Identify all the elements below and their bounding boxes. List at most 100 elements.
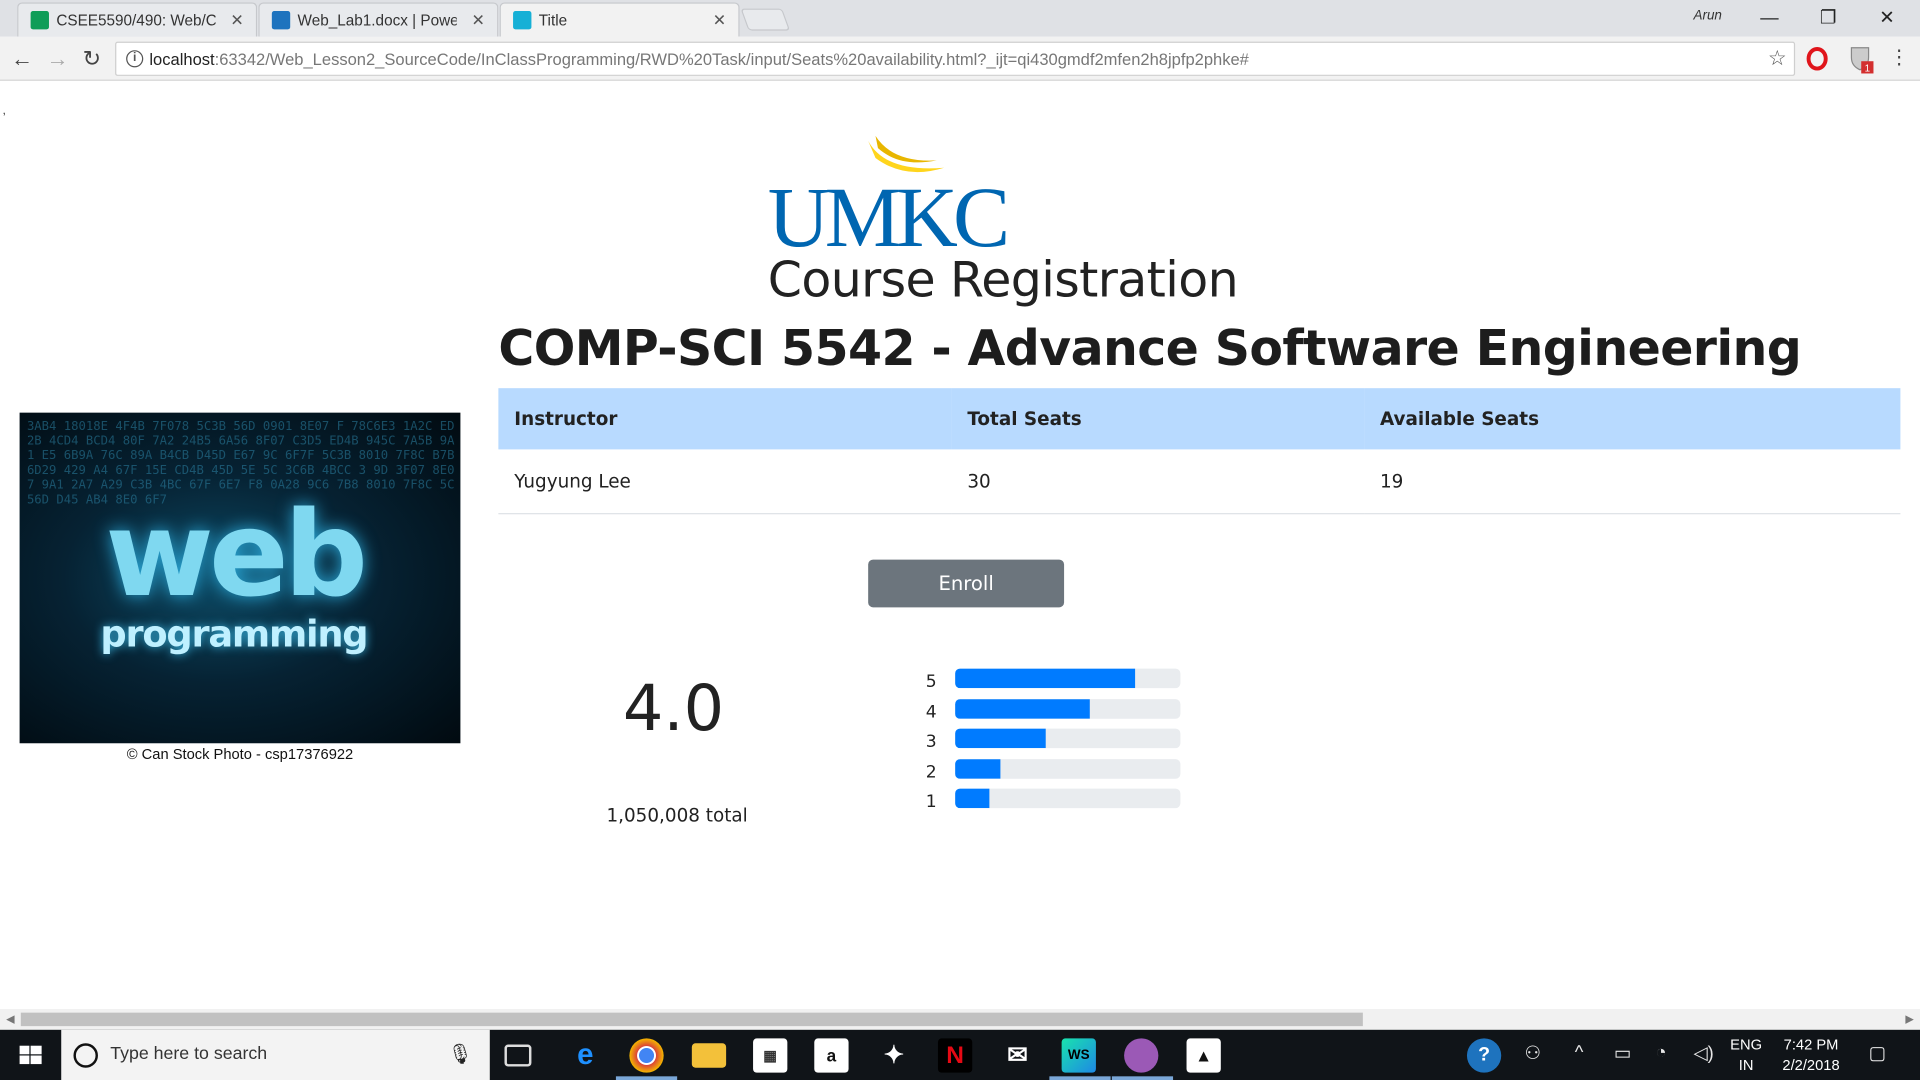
tab-web-lab1[interactable]: Web_Lab1.docx | Powere ✕ <box>258 2 499 37</box>
stray-mark: , <box>2 104 6 118</box>
rating-bar-fill <box>955 668 1136 689</box>
github-active-indicator <box>1111 1076 1174 1080</box>
url-text: localhost:63342/Web_Lesson2_SourceCode/I… <box>149 50 1249 69</box>
tab-label: Web_Lab1.docx | Powere <box>297 11 457 29</box>
task-view-icon[interactable] <box>504 1044 532 1067</box>
rating-bar-fill <box>955 698 1091 719</box>
tab-title[interactable]: Title ✕ <box>499 2 740 37</box>
rating-bar-fill <box>955 758 1001 779</box>
header-available-seats: Available Seats <box>1364 388 1901 450</box>
rating-total: 1,050,008 total <box>606 804 748 827</box>
rating-bar-label: 4 <box>925 702 937 722</box>
image-word-programming: programming <box>100 613 368 657</box>
webstorm-icon <box>513 11 532 30</box>
browser-toolbar: ← → ↻ i localhost:63342/Web_Lesson2_Sour… <box>0 36 1920 81</box>
rating-score: 4.0 <box>622 672 725 746</box>
image-caption: © Can Stock Photo - csp17376922 <box>126 745 354 763</box>
enroll-button[interactable]: Enroll <box>868 559 1065 608</box>
chrome-active-indicator <box>615 1076 678 1080</box>
reload-icon[interactable]: ↻ <box>78 45 105 72</box>
rating-bar-track <box>955 668 1181 689</box>
rating-bar-track <box>955 728 1181 749</box>
edge-icon[interactable]: e <box>568 1038 602 1072</box>
people-icon[interactable]: ⚇ <box>1524 1042 1540 1064</box>
mail-icon[interactable]: ✉ <box>1000 1038 1034 1072</box>
search-placeholder: Type here to search <box>110 1044 268 1065</box>
amazon-icon[interactable]: a <box>814 1038 849 1073</box>
page-title: Course Registration <box>767 252 1239 309</box>
info-icon[interactable]: i <box>126 50 144 68</box>
image-word-web: web <box>105 486 368 624</box>
sheets-icon <box>30 11 49 30</box>
wifi-icon[interactable]: ◔ <box>1656 1042 1667 1063</box>
address-bar[interactable]: i localhost:63342/Web_Lesson2_SourceCode… <box>115 41 1796 76</box>
close-icon[interactable]: ✕ <box>230 11 243 31</box>
netflix-icon[interactable]: N <box>937 1038 973 1073</box>
extension-shield-icon[interactable]: 1 <box>1848 45 1877 75</box>
bookmark-star-icon[interactable]: ☆ <box>1768 47 1787 71</box>
forward-icon[interactable]: → <box>44 45 71 72</box>
tab-label: CSEE5590/490: Web/Clo <box>56 11 216 29</box>
file-explorer-icon[interactable] <box>691 1043 727 1068</box>
cell-total-seats: 30 <box>951 449 1365 514</box>
header-instructor: Instructor <box>498 388 952 450</box>
rating-bar-track <box>955 698 1181 719</box>
taskbar-search[interactable]: Type here to search 🎙 <box>61 1029 490 1080</box>
language-indicator[interactable]: ENG IN <box>1727 1035 1766 1077</box>
opera-icon[interactable] <box>1806 47 1828 71</box>
page-content: , UMKC Course Registration COMP-SCI 5542… <box>0 82 1920 1009</box>
rating-bar-label: 3 <box>925 732 937 752</box>
cell-available-seats: 19 <box>1364 449 1901 514</box>
tab-strip: CSEE5590/490: Web/Clo ✕ Web_Lab1.docx | … <box>0 0 1920 37</box>
course-title: COMP-SCI 5542 - Advance Software Enginee… <box>498 320 1802 378</box>
scrollbar-thumb[interactable] <box>20 1012 1363 1027</box>
table-row: Yugyung Lee 30 19 <box>498 449 1901 514</box>
dropbox-icon[interactable]: ✦ <box>877 1038 911 1072</box>
chrome-icon[interactable] <box>629 1038 664 1073</box>
svg-text:UMKC: UMKC <box>768 170 1006 251</box>
rating-bar-track <box>955 758 1181 779</box>
tab-csee5590[interactable]: CSEE5590/490: Web/Clo ✕ <box>17 2 258 37</box>
umkc-logo: UMKC <box>768 135 1011 251</box>
box-icon <box>271 11 291 30</box>
restore-icon[interactable]: ❐ <box>1800 5 1856 32</box>
github-icon[interactable] <box>1124 1038 1159 1073</box>
scroll-right-icon[interactable]: ▶ <box>1905 1013 1913 1026</box>
photos-icon[interactable]: ▲ <box>1186 1038 1221 1073</box>
new-tab-button[interactable] <box>740 8 791 31</box>
webstorm-active-indicator <box>1049 1076 1111 1080</box>
close-icon[interactable]: ✕ <box>472 11 485 31</box>
rating-bar-fill <box>955 728 1046 749</box>
help-icon[interactable]: ? <box>1466 1038 1502 1073</box>
rating-bar-label: 5 <box>925 672 937 692</box>
seat-table: Instructor Total Seats Available Seats Y… <box>498 388 1901 514</box>
microphone-icon[interactable]: 🎙 <box>448 1042 473 1066</box>
rating-bar-label: 2 <box>925 762 937 782</box>
rating-bar-label: 1 <box>925 792 937 812</box>
minimize-icon[interactable]: — <box>1741 5 1797 32</box>
table-header-row: Instructor Total Seats Available Seats <box>498 388 1901 450</box>
close-icon[interactable]: ✕ <box>713 11 726 31</box>
notifications-icon[interactable]: ▢ <box>1869 1042 1886 1064</box>
cell-instructor: Yugyung Lee <box>498 449 952 514</box>
rating-bar-fill <box>955 788 989 809</box>
battery-icon[interactable]: ▭ <box>1614 1042 1631 1064</box>
volume-icon[interactable]: ◁) <box>1693 1042 1713 1064</box>
window-close-icon[interactable]: ✕ <box>1859 5 1915 32</box>
back-icon[interactable]: ← <box>9 45 36 72</box>
tab-label: Title <box>538 11 568 29</box>
scroll-left-icon[interactable]: ◀ <box>6 1013 14 1026</box>
windows-taskbar: Type here to search 🎙 e ▦ a ✦ N ✉ WS ▲ ?… <box>0 1029 1920 1080</box>
svg-text:1: 1 <box>1865 64 1870 75</box>
profile-name[interactable]: Arun <box>1693 9 1721 24</box>
webstorm-taskbar-icon[interactable]: WS <box>1061 1038 1096 1073</box>
web-programming-image: 3AB4 18018E 4F4B 7F078 5C3B 56D 0901 8E0… <box>19 412 461 744</box>
menu-icon[interactable]: ⋮ <box>1886 45 1913 72</box>
windows-start-icon[interactable] <box>0 1030 61 1080</box>
horizontal-scrollbar[interactable]: ◀ ▶ <box>0 1008 1920 1030</box>
chevron-up-icon[interactable]: ^ <box>1575 1042 1584 1063</box>
rating-bar-track <box>955 788 1181 809</box>
cortana-icon[interactable] <box>73 1043 98 1068</box>
store-icon[interactable]: ▦ <box>753 1038 788 1073</box>
clock[interactable]: 7:42 PM 2/2/2018 <box>1771 1035 1852 1077</box>
